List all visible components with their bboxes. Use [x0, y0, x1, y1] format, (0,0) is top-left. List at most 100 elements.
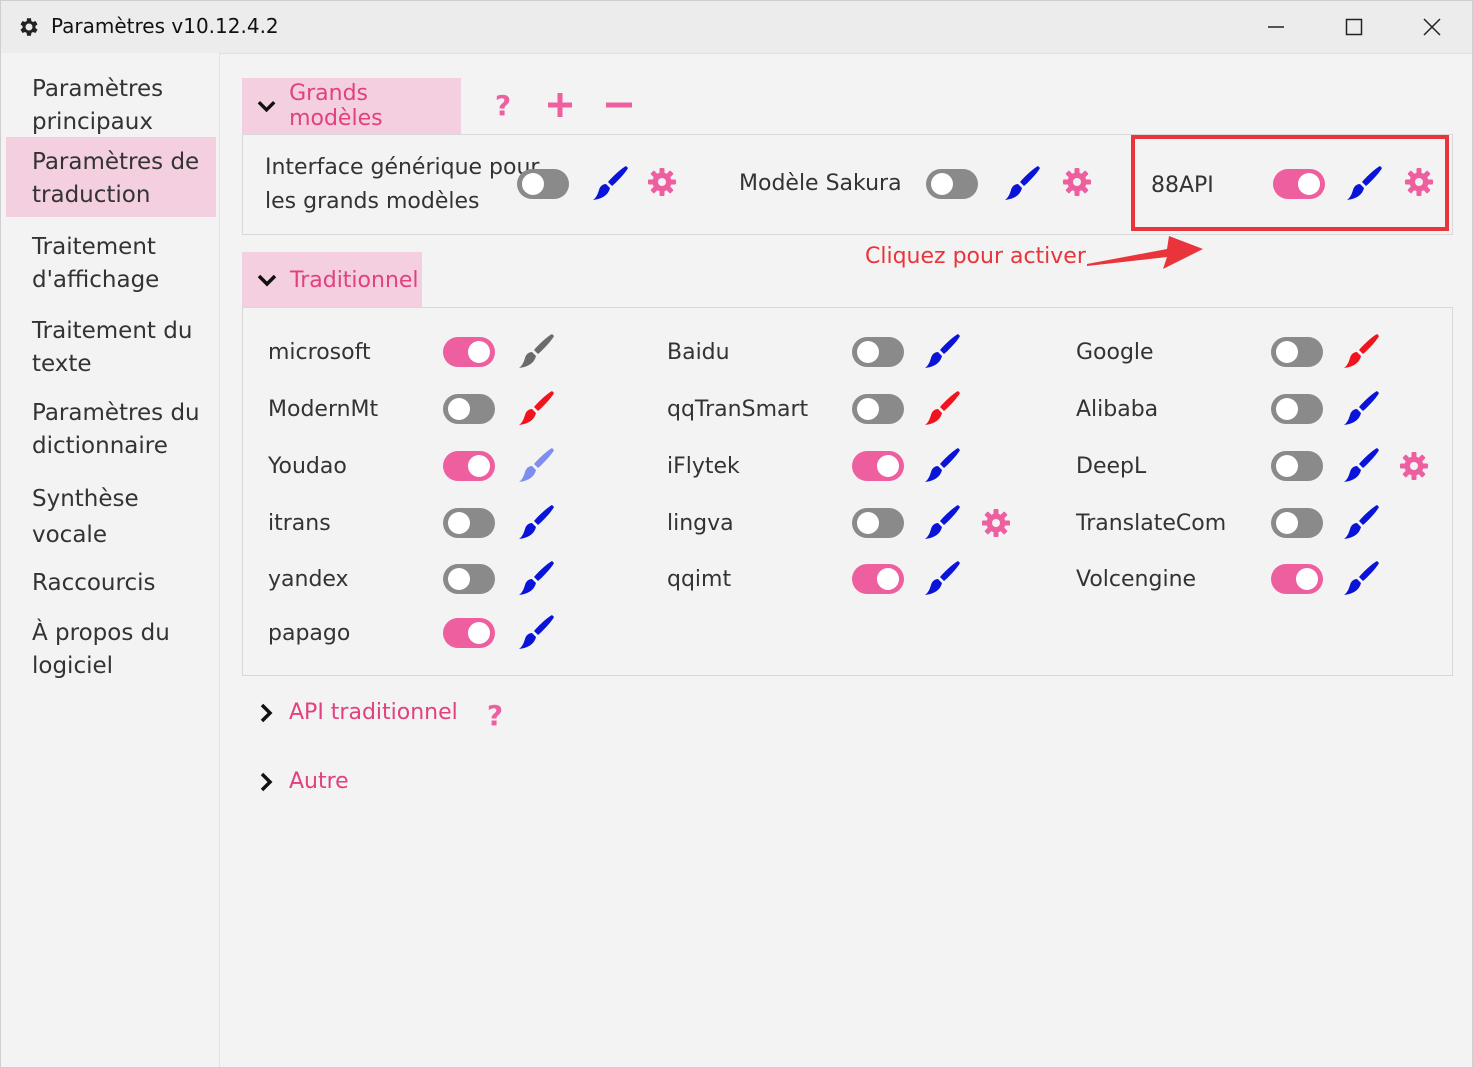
- plus-icon: [548, 93, 572, 117]
- sidebar-item-label: Paramètres de: [32, 149, 200, 175]
- sidebar-item-text-processing[interactable]: Traitement du texte: [6, 305, 216, 385]
- sidebar-item-label: Traitement: [32, 234, 156, 260]
- minus-icon: [606, 102, 632, 108]
- engine-toggle-baidu[interactable]: [852, 337, 904, 367]
- sidebar-item-label: principaux: [32, 109, 153, 135]
- engine-toggle-qqtransmart[interactable]: [852, 394, 904, 424]
- brush-icon[interactable]: [1340, 331, 1380, 371]
- engine-label-itrans: itrans: [268, 511, 331, 536]
- engine-label-baidu: Baidu: [667, 340, 730, 365]
- engine-label-microsoft: microsoft: [268, 340, 371, 365]
- brush-icon[interactable]: [1340, 558, 1380, 598]
- sidebar-item-label: texte: [32, 351, 92, 377]
- api-traditional-header[interactable]: API traditionnel: [255, 700, 458, 725]
- model-label-line: les grands modèles: [265, 189, 480, 214]
- api-traditional-title: API traditionnel: [289, 700, 458, 725]
- engine-toggle-alibaba[interactable]: [1271, 394, 1323, 424]
- brush-icon[interactable]: [515, 331, 555, 371]
- sakura-toggle[interactable]: [926, 169, 978, 199]
- gear-icon[interactable]: [647, 167, 677, 197]
- gear-icon: [20, 18, 38, 36]
- brush-icon[interactable]: [515, 612, 555, 652]
- large-models-title: Grands modèles: [289, 81, 383, 131]
- sidebar-item-label: vocale: [32, 522, 107, 548]
- sidebar-item-speech-synthesis[interactable]: Synthèse vocale: [6, 471, 216, 551]
- engine-toggle-deepl[interactable]: [1271, 451, 1323, 481]
- brush-icon[interactable]: [515, 445, 555, 485]
- model-label: Interface générique pour les grands modè…: [265, 151, 539, 219]
- maximize-icon: [1345, 18, 1363, 36]
- sidebar-item-label: dictionnaire: [32, 433, 168, 459]
- engine-toggle-yandex[interactable]: [443, 564, 495, 594]
- chevron-down-icon: [257, 100, 276, 113]
- sidebar-item-translation-settings[interactable]: Paramètres de traduction: [6, 137, 216, 217]
- engine-label-qqtransmart: qqTranSmart: [667, 397, 809, 422]
- engine-toggle-translatecom[interactable]: [1271, 508, 1323, 538]
- minimize-button[interactable]: [1237, 1, 1315, 53]
- gear-icon[interactable]: [1062, 167, 1092, 197]
- sidebar: Paramètres principaux Paramètres de trad…: [1, 53, 220, 1067]
- close-icon: [1423, 18, 1441, 36]
- brush-icon[interactable]: [589, 163, 629, 203]
- brush-icon[interactable]: [515, 558, 555, 598]
- sidebar-item-about[interactable]: À propos du logiciel: [6, 607, 216, 687]
- brush-icon[interactable]: [921, 388, 961, 428]
- brush-icon[interactable]: [921, 331, 961, 371]
- brush-icon[interactable]: [921, 558, 961, 598]
- gear-icon[interactable]: [1399, 451, 1429, 481]
- api-help-button[interactable]: ?: [479, 699, 511, 732]
- brush-icon[interactable]: [1340, 502, 1380, 542]
- arrow-icon: [1087, 236, 1203, 269]
- engine-toggle-itrans[interactable]: [443, 508, 495, 538]
- help-button[interactable]: ?: [487, 88, 519, 122]
- engine-label-youdao: Youdao: [268, 454, 347, 479]
- sidebar-item-label: Raccourcis: [32, 570, 156, 596]
- brush-icon[interactable]: [921, 502, 961, 542]
- engine-toggle-volcengine[interactable]: [1271, 564, 1323, 594]
- sidebar-item-label: Synthèse: [32, 486, 139, 512]
- highlight-box: [1131, 135, 1449, 231]
- sidebar-item-shortcuts[interactable]: Raccourcis: [6, 557, 216, 603]
- engine-toggle-iflytek[interactable]: [852, 451, 904, 481]
- brush-icon[interactable]: [1340, 445, 1380, 485]
- brush-icon[interactable]: [1340, 388, 1380, 428]
- sidebar-item-label: d'affichage: [32, 267, 160, 293]
- engine-label-papago: papago: [268, 621, 351, 646]
- brush-icon[interactable]: [1001, 163, 1041, 203]
- sidebar-item-dictionary-settings[interactable]: Paramètres du dictionnaire: [6, 387, 216, 467]
- question-icon: ?: [494, 88, 512, 122]
- traditional-panel: [242, 307, 1453, 676]
- generic-llm-toggle[interactable]: [517, 169, 569, 199]
- close-button[interactable]: [1393, 1, 1471, 53]
- engine-toggle-modernmt[interactable]: [443, 394, 495, 424]
- chevron-right-icon: [260, 703, 273, 722]
- sidebar-item-display-processing[interactable]: Traitement d'affichage: [6, 221, 216, 301]
- add-button[interactable]: [544, 89, 576, 121]
- engine-label-lingva: lingva: [667, 511, 734, 536]
- engine-label-alibaba: Alibaba: [1076, 397, 1159, 422]
- engine-toggle-lingva[interactable]: [852, 508, 904, 538]
- gear-icon[interactable]: [981, 508, 1011, 538]
- engine-label-iflytek: iFlytek: [667, 454, 740, 479]
- brush-icon[interactable]: [515, 502, 555, 542]
- other-header[interactable]: Autre: [255, 769, 349, 794]
- engine-toggle-microsoft[interactable]: [443, 337, 495, 367]
- engine-toggle-google[interactable]: [1271, 337, 1323, 367]
- maximize-button[interactable]: [1315, 1, 1393, 53]
- settings-window: Paramètres v10.12.4.2 Paramètres princip…: [0, 0, 1473, 1068]
- brush-icon[interactable]: [515, 388, 555, 428]
- engine-label-google: Google: [1076, 340, 1154, 365]
- engine-label-deepl: DeepL: [1076, 454, 1147, 479]
- traditional-title: Traditionnel: [290, 267, 419, 293]
- model-label-line: Interface générique pour: [265, 155, 540, 180]
- engine-toggle-qqimt[interactable]: [852, 564, 904, 594]
- engine-toggle-papago[interactable]: [443, 618, 495, 648]
- other-title: Autre: [289, 769, 349, 794]
- remove-button[interactable]: [603, 89, 635, 121]
- engine-toggle-youdao[interactable]: [443, 451, 495, 481]
- brush-icon[interactable]: [921, 445, 961, 485]
- traditional-header[interactable]: Traditionnel: [242, 252, 422, 308]
- sidebar-item-main-settings[interactable]: Paramètres principaux: [6, 63, 216, 143]
- large-models-header[interactable]: Grands modèles: [242, 78, 461, 134]
- sidebar-item-label: traduction: [32, 182, 151, 208]
